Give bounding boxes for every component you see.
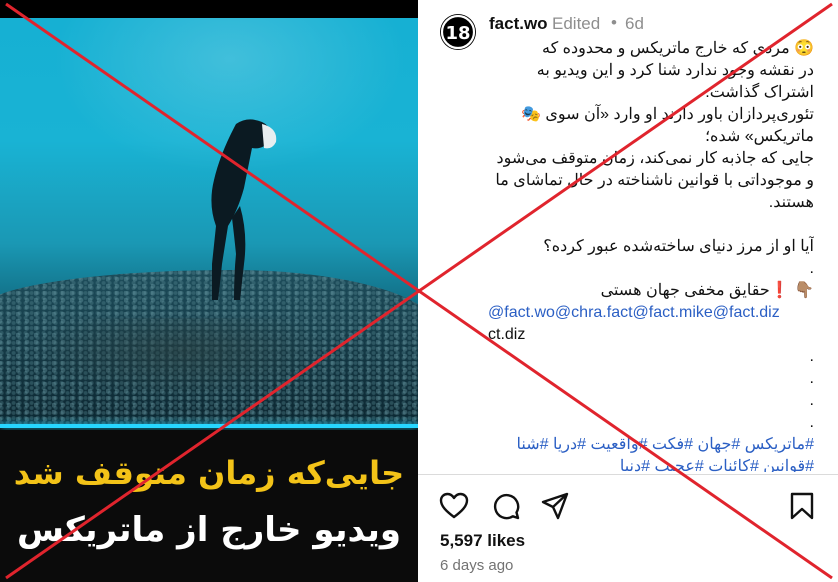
caption-link-line[interactable]: @fact.wo@chra.fact@fact.mike@fact.diz	[488, 302, 814, 324]
caption-line: جایی که جاذبه کار نمی‌کند، زمان متوقف می…	[496, 150, 814, 167]
post-panel: 18 fact.wo Edited • 6d 😳 مردی که خارج ما…	[418, 0, 838, 582]
caption-line: .	[809, 348, 814, 365]
caption-line: .	[809, 370, 814, 387]
caption-subtitle: ویدیو خارج از ماتریکس	[16, 510, 402, 550]
caption-title: جایی‌که زمان متوقف شد	[13, 454, 405, 492]
caption-line: .	[809, 392, 814, 409]
caption-line: .	[809, 260, 814, 277]
diver-figure	[211, 119, 277, 300]
caption-line: و موجوداتی با قوانین ناشناخته در حال تما…	[495, 172, 814, 189]
caption-line: تئوری‌پردازان باور دارند او وارد «آن سوی…	[520, 106, 814, 123]
caption-line: ماتریکس» شده؛	[704, 128, 814, 145]
caption-divider-glow	[0, 424, 418, 428]
edited-label: Edited	[552, 14, 601, 33]
caption-line: آیا او از مرز دنیای ساخته‌شده عبور کرده؟	[543, 238, 814, 255]
caption-line: ct.diz	[488, 326, 526, 343]
caption-line: 😳 مردی که خارج ماتریکس و محدوده که	[542, 40, 814, 57]
post-media[interactable]: جایی‌که زمان متوقف شد ویدیو خارج از ماتر…	[0, 0, 418, 582]
likes-count[interactable]: 5,597 likes	[440, 531, 525, 551]
avatar[interactable]: 18	[440, 14, 476, 50]
caption-line: 👇🏽 ❗حقایق مخفی جهان هستی	[600, 282, 814, 299]
heart-icon[interactable]	[439, 492, 469, 520]
avatar-text: 18	[445, 23, 470, 44]
actions-divider	[418, 474, 838, 475]
post-timestamp[interactable]: 6 days ago	[440, 557, 513, 574]
rock-ledge	[30, 318, 330, 398]
avatar-logo: 18	[440, 14, 476, 50]
video-frame[interactable]	[0, 18, 418, 428]
caption-line: هستند.	[768, 194, 814, 211]
post-caption: 😳 مردی که خارج ماتریکس و محدوده که در نقش…	[488, 38, 814, 472]
caption-link-line[interactable]: #قوانین #کائنات #عجیب #دنیا	[488, 456, 814, 472]
comment-icon[interactable]	[492, 492, 520, 520]
caption-line: اشتراک گذاشت.	[705, 84, 814, 101]
caption-line: .	[809, 414, 814, 431]
separator-dot: •	[611, 13, 617, 32]
caption-line	[488, 214, 814, 236]
caption-line: در نقشه وجود ندارد شنا کرد و این ویدیو ب…	[536, 62, 814, 79]
bookmark-icon[interactable]	[789, 492, 815, 520]
share-icon[interactable]	[541, 492, 569, 520]
caption-link-line[interactable]: #ماتریکس #جهان #فکت #واقعیت #دریا #شنا	[488, 434, 814, 456]
video-caption-band: جایی‌که زمان متوقف شد ویدیو خارج از ماتر…	[0, 430, 418, 582]
username[interactable]: fact.wo	[489, 14, 548, 34]
post-age[interactable]: 6d	[625, 14, 644, 34]
